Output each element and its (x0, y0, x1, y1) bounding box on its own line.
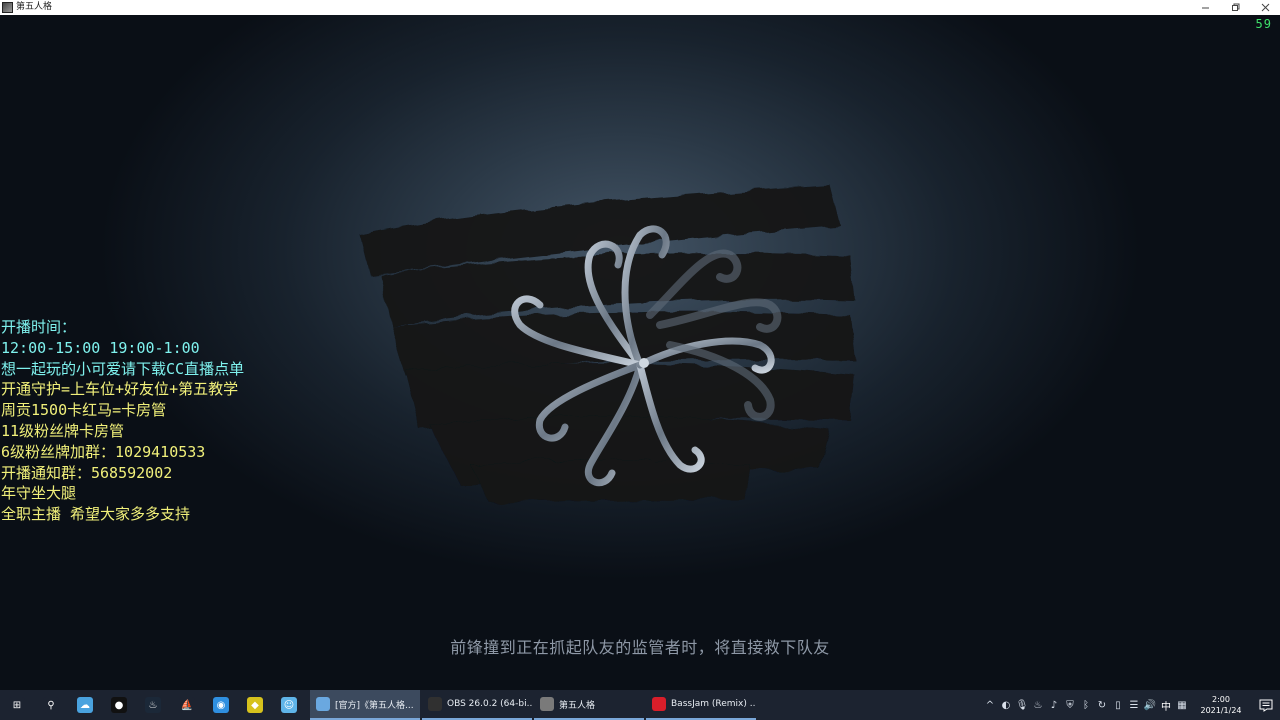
green-app-icon: ◆ (247, 697, 263, 713)
boat-app-icon: ⛵ (179, 697, 195, 713)
stream-info-line: 年守坐大腿 (1, 484, 77, 503)
task-obs[interactable]: OBS 26.0.2 (64-bi... (422, 690, 532, 720)
task-label: [官方]《第五人格... (335, 700, 414, 711)
stream-info-line: 6级粉丝牌加群：1029410533 (1, 442, 206, 461)
boat-app-button[interactable]: ⛵ (170, 690, 204, 720)
task-music-player-icon (652, 697, 666, 711)
app-icon (2, 2, 13, 13)
system-tray: ^ ◐ 🎙 ♨ ♪ ⛨ ᛒ ↻ ▯ ☰ 🔊 中 ▦ 2:00 2021/1/24 (982, 690, 1280, 720)
window-title-bar[interactable]: 第五人格 (0, 0, 1280, 15)
assistant-button[interactable]: ☺ (272, 690, 306, 720)
ime-mode-icon[interactable]: ▦ (1174, 690, 1190, 720)
running-tasks: [官方]《第五人格... OBS 26.0.2 (64-bi... 第五人格 Bass… (310, 690, 758, 720)
restore-icon (1231, 3, 1239, 11)
task-game-launcher-icon (316, 697, 330, 711)
tray-update-icon[interactable]: ↻ (1094, 690, 1110, 720)
task-label: OBS 26.0.2 (64-bi... (447, 699, 532, 709)
stream-info-line: 开播时间： (1, 318, 77, 336)
stream-info-line: 想一起玩的小可爱请下载CC直播点单 (1, 359, 245, 378)
search-icon: ⚲ (43, 697, 59, 713)
start-icon: ⊞ (9, 697, 25, 713)
task-game-window[interactable]: 第五人格 (534, 690, 644, 720)
stream-info-line: 开通守护=上车位+好友位+第五教学 (1, 380, 239, 399)
chrome-button[interactable]: ◉ (204, 690, 238, 720)
chrome-icon: ◉ (213, 697, 229, 713)
clock[interactable]: 2:00 2021/1/24 (1190, 694, 1252, 716)
tray-wifi-icon[interactable]: ☰ (1126, 690, 1142, 720)
tray-microphone-icon[interactable]: 🎙 (1014, 690, 1030, 720)
steam-icon: ♨ (145, 697, 161, 713)
tray-music-icon[interactable]: ♪ (1046, 690, 1062, 720)
notification-button[interactable] (1252, 690, 1280, 720)
restore-button[interactable] (1220, 0, 1250, 15)
taskbar: ⊞ ⚲ ☁ ● ♨ ⛵ ◉ ◆ ☺ [官方]《第五人格... OBS 26.0.2 (64-bi.… (0, 690, 1280, 720)
stream-info-line: 11级粉丝牌卡房管 (1, 421, 125, 440)
stream-info-line: 12:00-15:00 19:00-1:00 (1, 338, 200, 357)
search-button[interactable]: ⚲ (34, 690, 68, 720)
stream-info-line: 全职主播 希望大家多多支持 (1, 505, 191, 524)
close-icon (1261, 3, 1269, 12)
clock-time: 2:00 (1212, 695, 1230, 704)
stream-info-line: 开播通知群：568592002 (1, 463, 173, 482)
tray-battery-icon[interactable]: ▯ (1110, 690, 1126, 720)
minimize-button[interactable] (1190, 0, 1220, 15)
stream-info-line: 周贡1500卡红马=卡房管 (1, 401, 167, 420)
brush-stroke-background (360, 185, 855, 503)
weather-app-icon: ☁ (77, 697, 93, 713)
weather-app-button[interactable]: ☁ (68, 690, 102, 720)
tray-network-app-icon[interactable]: ◐ (998, 690, 1014, 720)
task-game-launcher[interactable]: [官方]《第五人格... (310, 690, 420, 720)
qq-icon: ● (111, 697, 127, 713)
clock-date: 2021/1/24 (1200, 706, 1242, 715)
task-label: 第五人格 (559, 700, 596, 711)
tray-bluetooth-icon[interactable]: ᛒ (1078, 690, 1094, 720)
task-label: BassJam (Remix) ... (671, 699, 756, 709)
start-button[interactable]: ⊞ (0, 690, 34, 720)
pinned-apps: ⊞ ⚲ ☁ ● ♨ ⛵ ◉ ◆ ☺ (0, 690, 306, 720)
tray-volume-icon[interactable]: 🔊 (1142, 690, 1158, 720)
task-obs-icon (428, 697, 442, 711)
ime-indicator[interactable]: 中 (1158, 698, 1174, 713)
tray-shield-icon[interactable]: ⛨ (1062, 690, 1078, 720)
tray-chevron-up-icon[interactable]: ^ (982, 690, 998, 720)
fps-counter: 59 (1255, 17, 1272, 31)
window-title: 第五人格 (16, 2, 53, 12)
steam-button[interactable]: ♨ (136, 690, 170, 720)
qq-button[interactable]: ● (102, 690, 136, 720)
emblem-center-dot (639, 358, 649, 368)
assistant-icon: ☺ (281, 697, 297, 713)
tray-steam-icon[interactable]: ♨ (1030, 690, 1046, 720)
game-viewport[interactable]: 59 开播时间： 12:00-15:00 19:00-1:00 想一起玩的小可爱… (0, 15, 1280, 690)
notification-icon (1259, 699, 1273, 712)
close-button[interactable] (1250, 0, 1280, 15)
green-app-button[interactable]: ◆ (238, 690, 272, 720)
stream-info-overlay: 开播时间： 12:00-15:00 19:00-1:00 想一起玩的小可爱请下载CC… (1, 317, 244, 525)
task-game-window-icon (540, 697, 554, 711)
game-tip-subtitle: 前锋撞到正在抓起队友的监管者时，将直接救下队友 (450, 638, 830, 657)
minimize-icon (1201, 7, 1209, 9)
game-logo-emblem (360, 185, 855, 503)
task-music-player[interactable]: BassJam (Remix) ... (646, 690, 756, 720)
